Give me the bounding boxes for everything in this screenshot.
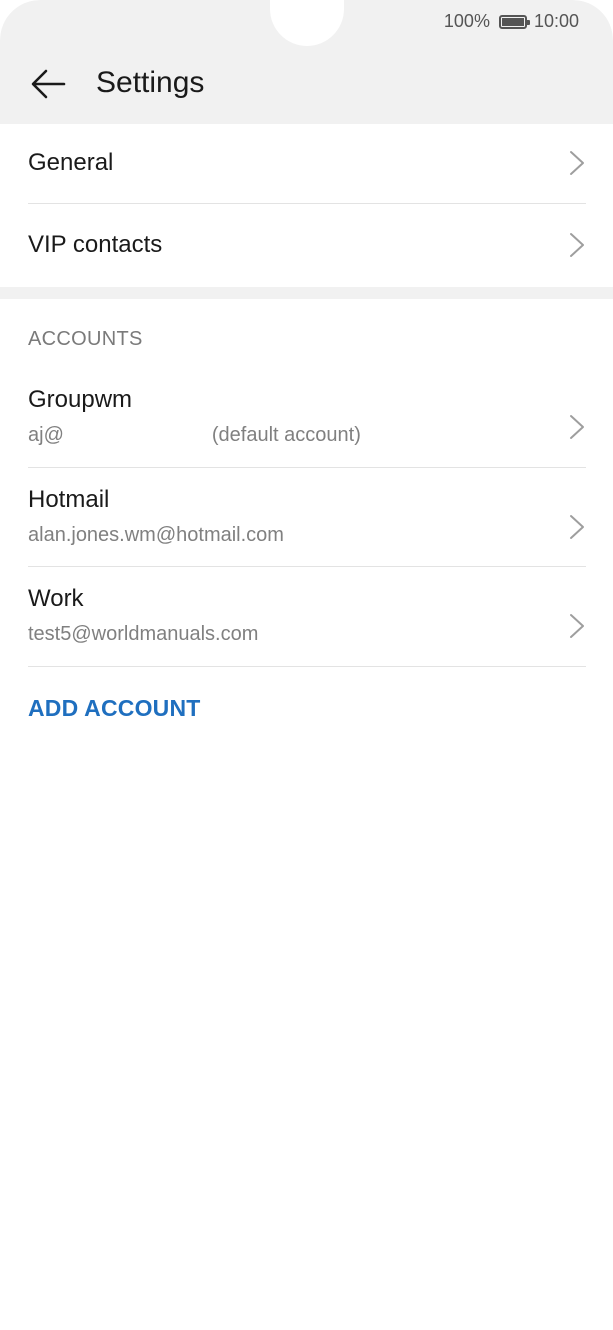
account-email: aj@: [28, 424, 64, 446]
chevron-right-icon: [570, 415, 584, 439]
account-email: test5@worldmanuals.com: [28, 623, 259, 645]
account-name: Work: [28, 585, 84, 612]
battery-full-icon: [498, 14, 530, 29]
chevron-right-icon: [570, 151, 584, 175]
account-name: Hotmail: [28, 486, 110, 513]
section-separator: [0, 287, 613, 299]
status-bar: 100% 10:00: [444, 11, 579, 32]
back-button[interactable]: [26, 62, 70, 106]
arrow-left-icon: [31, 69, 66, 99]
menu-item-vip-contacts[interactable]: VIP contacts: [28, 222, 586, 268]
status-time: 10:00: [533, 11, 579, 31]
default-account-note: (default account): [211, 424, 361, 446]
menu-item-label: VIP contacts: [28, 231, 163, 258]
page-title: Settings: [96, 66, 205, 99]
phone-screen: 100% 10:00 Settings General VIP contacts…: [0, 0, 613, 1330]
account-email: alan.jones.wm@hotmail.com: [28, 524, 284, 546]
camera-notch: [270, 0, 344, 46]
app-bar: 100% 10:00 Settings: [0, 0, 613, 124]
menu-item-label: General: [28, 149, 114, 176]
divider: [28, 566, 586, 567]
account-item-hotmail[interactable]: Hotmail alan.jones.wm@hotmail.com: [28, 486, 586, 566]
chevron-right-icon: [570, 233, 584, 257]
account-item-groupwm[interactable]: Groupwm aj@ (default account): [28, 386, 586, 466]
account-name: Groupwm: [28, 386, 133, 413]
battery-percent: 100%: [443, 11, 490, 31]
divider: [28, 467, 586, 468]
chevron-right-icon: [570, 614, 584, 638]
divider: [28, 666, 586, 667]
chevron-right-icon: [570, 515, 584, 539]
divider: [28, 203, 586, 204]
account-item-work[interactable]: Work test5@worldmanuals.com: [28, 585, 586, 665]
add-account-button[interactable]: ADD ACCOUNT: [28, 695, 201, 722]
account-email-row: aj@ (default account): [28, 424, 586, 447]
menu-item-general[interactable]: General: [28, 140, 586, 186]
accounts-section-header: ACCOUNTS: [28, 328, 143, 350]
